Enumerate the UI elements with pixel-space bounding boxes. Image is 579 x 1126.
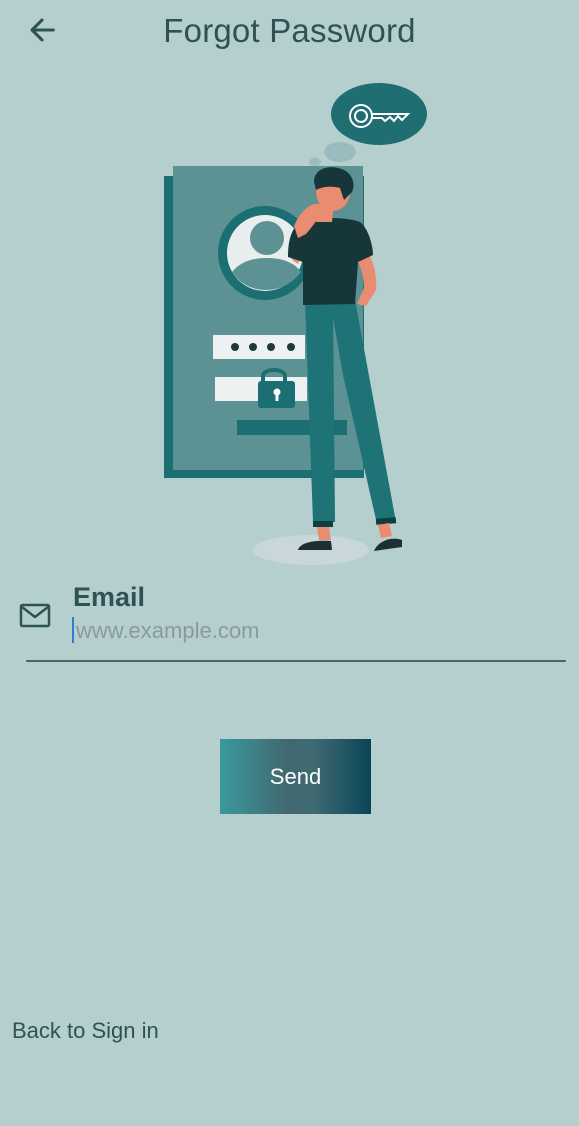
email-field-group: Email [18,580,566,666]
mail-icon [19,603,51,628]
back-to-sign-in-link[interactable]: Back to Sign in [12,1016,159,1046]
avatar-head [250,221,284,255]
text-cursor [72,617,74,643]
app-bar: Forgot Password [0,0,579,62]
email-label: Email [73,582,146,612]
page-title: Forgot Password [163,12,416,49]
thought-bubble-medium [324,142,356,162]
email-input[interactable] [73,614,556,648]
person-left-leg [305,300,335,522]
send-button[interactable]: Send [220,739,371,814]
person-right-shoe [374,538,402,551]
thought-bubble-small [309,158,321,166]
forgot-password-illustration [164,83,427,565]
email-underline [26,660,566,662]
